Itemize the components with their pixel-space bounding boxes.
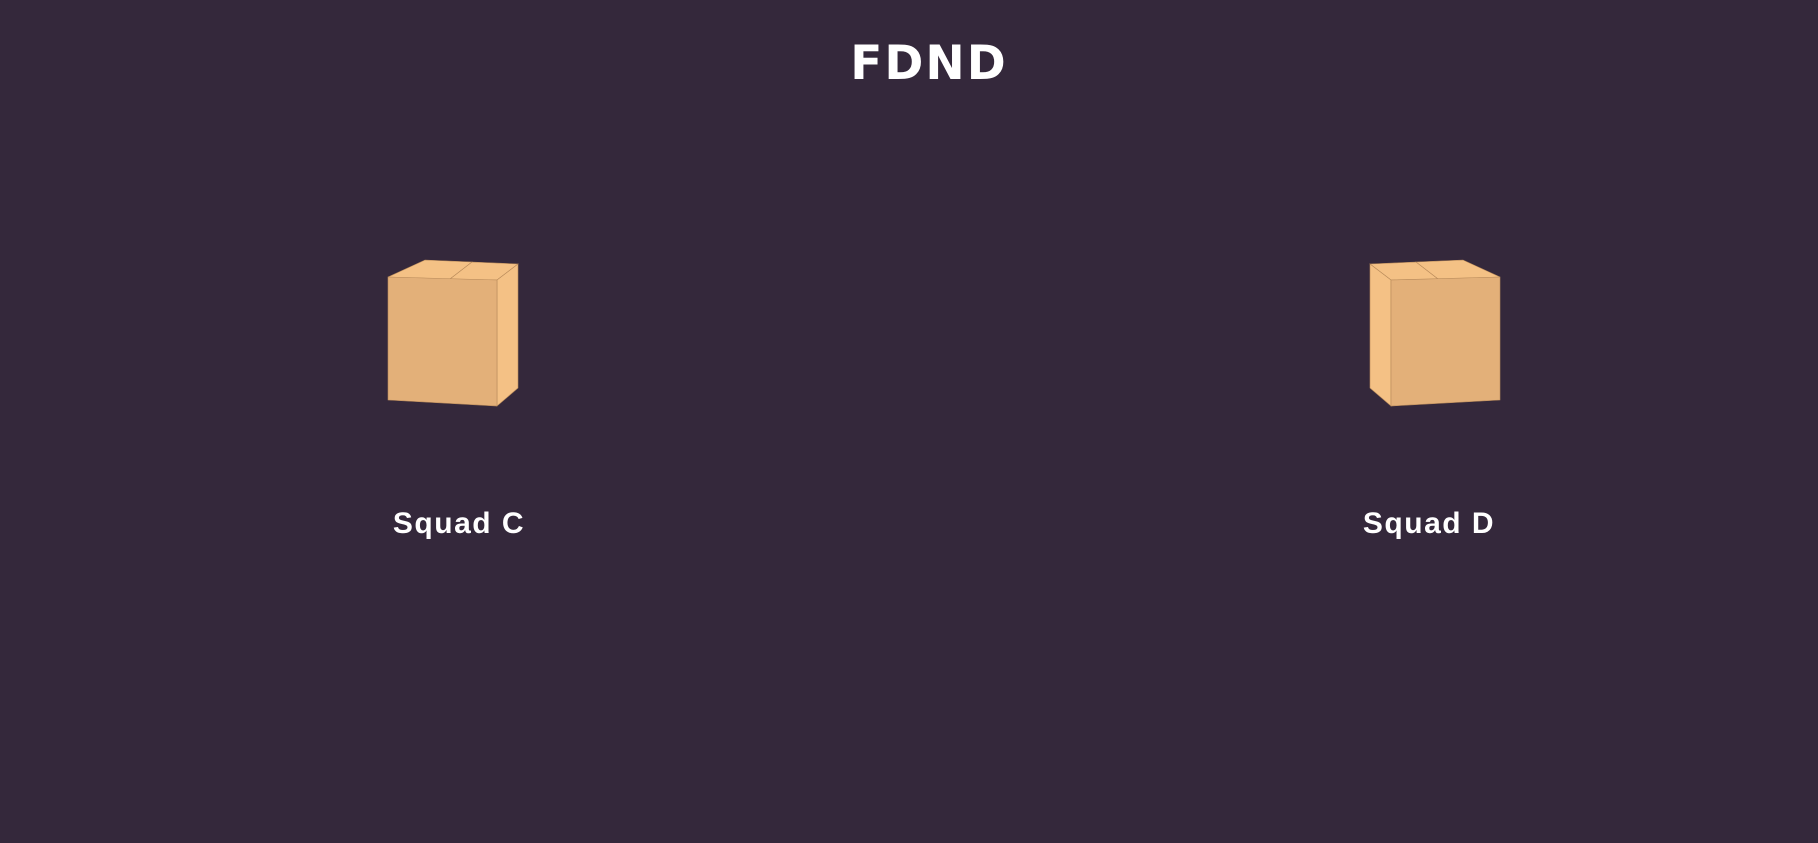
box-icon	[387, 259, 519, 407]
page: FDND Squad C Squad D	[0, 0, 1818, 843]
page-title: FDND	[850, 36, 1008, 91]
squad-c-card[interactable]: Squad C	[368, 255, 568, 541]
squad-label: Squad C	[392, 507, 526, 540]
box-icon	[1369, 259, 1501, 407]
squad-d-card[interactable]: Squad D	[1320, 255, 1520, 541]
squad-label: Squad D	[1362, 507, 1496, 540]
